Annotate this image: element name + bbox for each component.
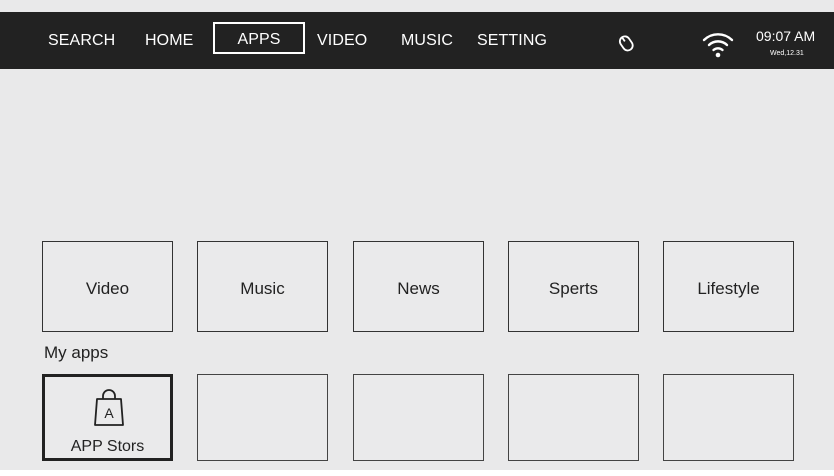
- nav-item-setting[interactable]: SETTING: [477, 31, 547, 51]
- app-tile-empty[interactable]: [508, 374, 639, 461]
- category-tile-sports[interactable]: Sperts: [508, 241, 639, 332]
- app-label: APP Stors: [70, 438, 145, 455]
- nav-item-video[interactable]: VIDEO: [317, 31, 367, 51]
- top-navigation-bar: SEARCH HOME APPS VIDEO MUSIC SETTING 09:…: [0, 12, 834, 69]
- category-label: Music: [240, 279, 285, 298]
- mouse-icon: [618, 35, 634, 52]
- nav-item-home[interactable]: HOME: [145, 31, 193, 51]
- shopping-bag-icon: A: [94, 389, 124, 426]
- category-tile-music[interactable]: Music: [197, 241, 328, 332]
- category-tile-news[interactable]: News: [353, 241, 484, 332]
- nav-item-search[interactable]: SEARCH: [48, 31, 115, 51]
- category-tile-lifestyle[interactable]: Lifestyle: [663, 241, 794, 332]
- app-tile-empty[interactable]: [197, 374, 328, 461]
- nav-item-music[interactable]: MUSIC: [401, 31, 453, 51]
- clock-date: Wed,12.31: [770, 50, 804, 57]
- category-label: Sperts: [548, 279, 599, 298]
- category-label: Lifestyle: [697, 279, 760, 298]
- app-tile-empty[interactable]: [353, 374, 484, 461]
- clock-time: 09:07 AM: [756, 28, 816, 44]
- wifi-icon: [702, 33, 734, 58]
- app-tile-app-store[interactable]: A APP Stors: [42, 374, 173, 461]
- my-apps-heading: My apps: [44, 343, 109, 362]
- tv-screen: SEARCH HOME APPS VIDEO MUSIC SETTING 09:…: [0, 0, 834, 470]
- app-tile-empty[interactable]: [663, 374, 794, 461]
- nav-item-apps[interactable]: APPS: [213, 22, 305, 54]
- category-label: News: [397, 279, 440, 298]
- category-tile-video[interactable]: Video: [42, 241, 173, 332]
- category-label: Video: [85, 279, 130, 298]
- app-store-badge: A: [104, 405, 114, 421]
